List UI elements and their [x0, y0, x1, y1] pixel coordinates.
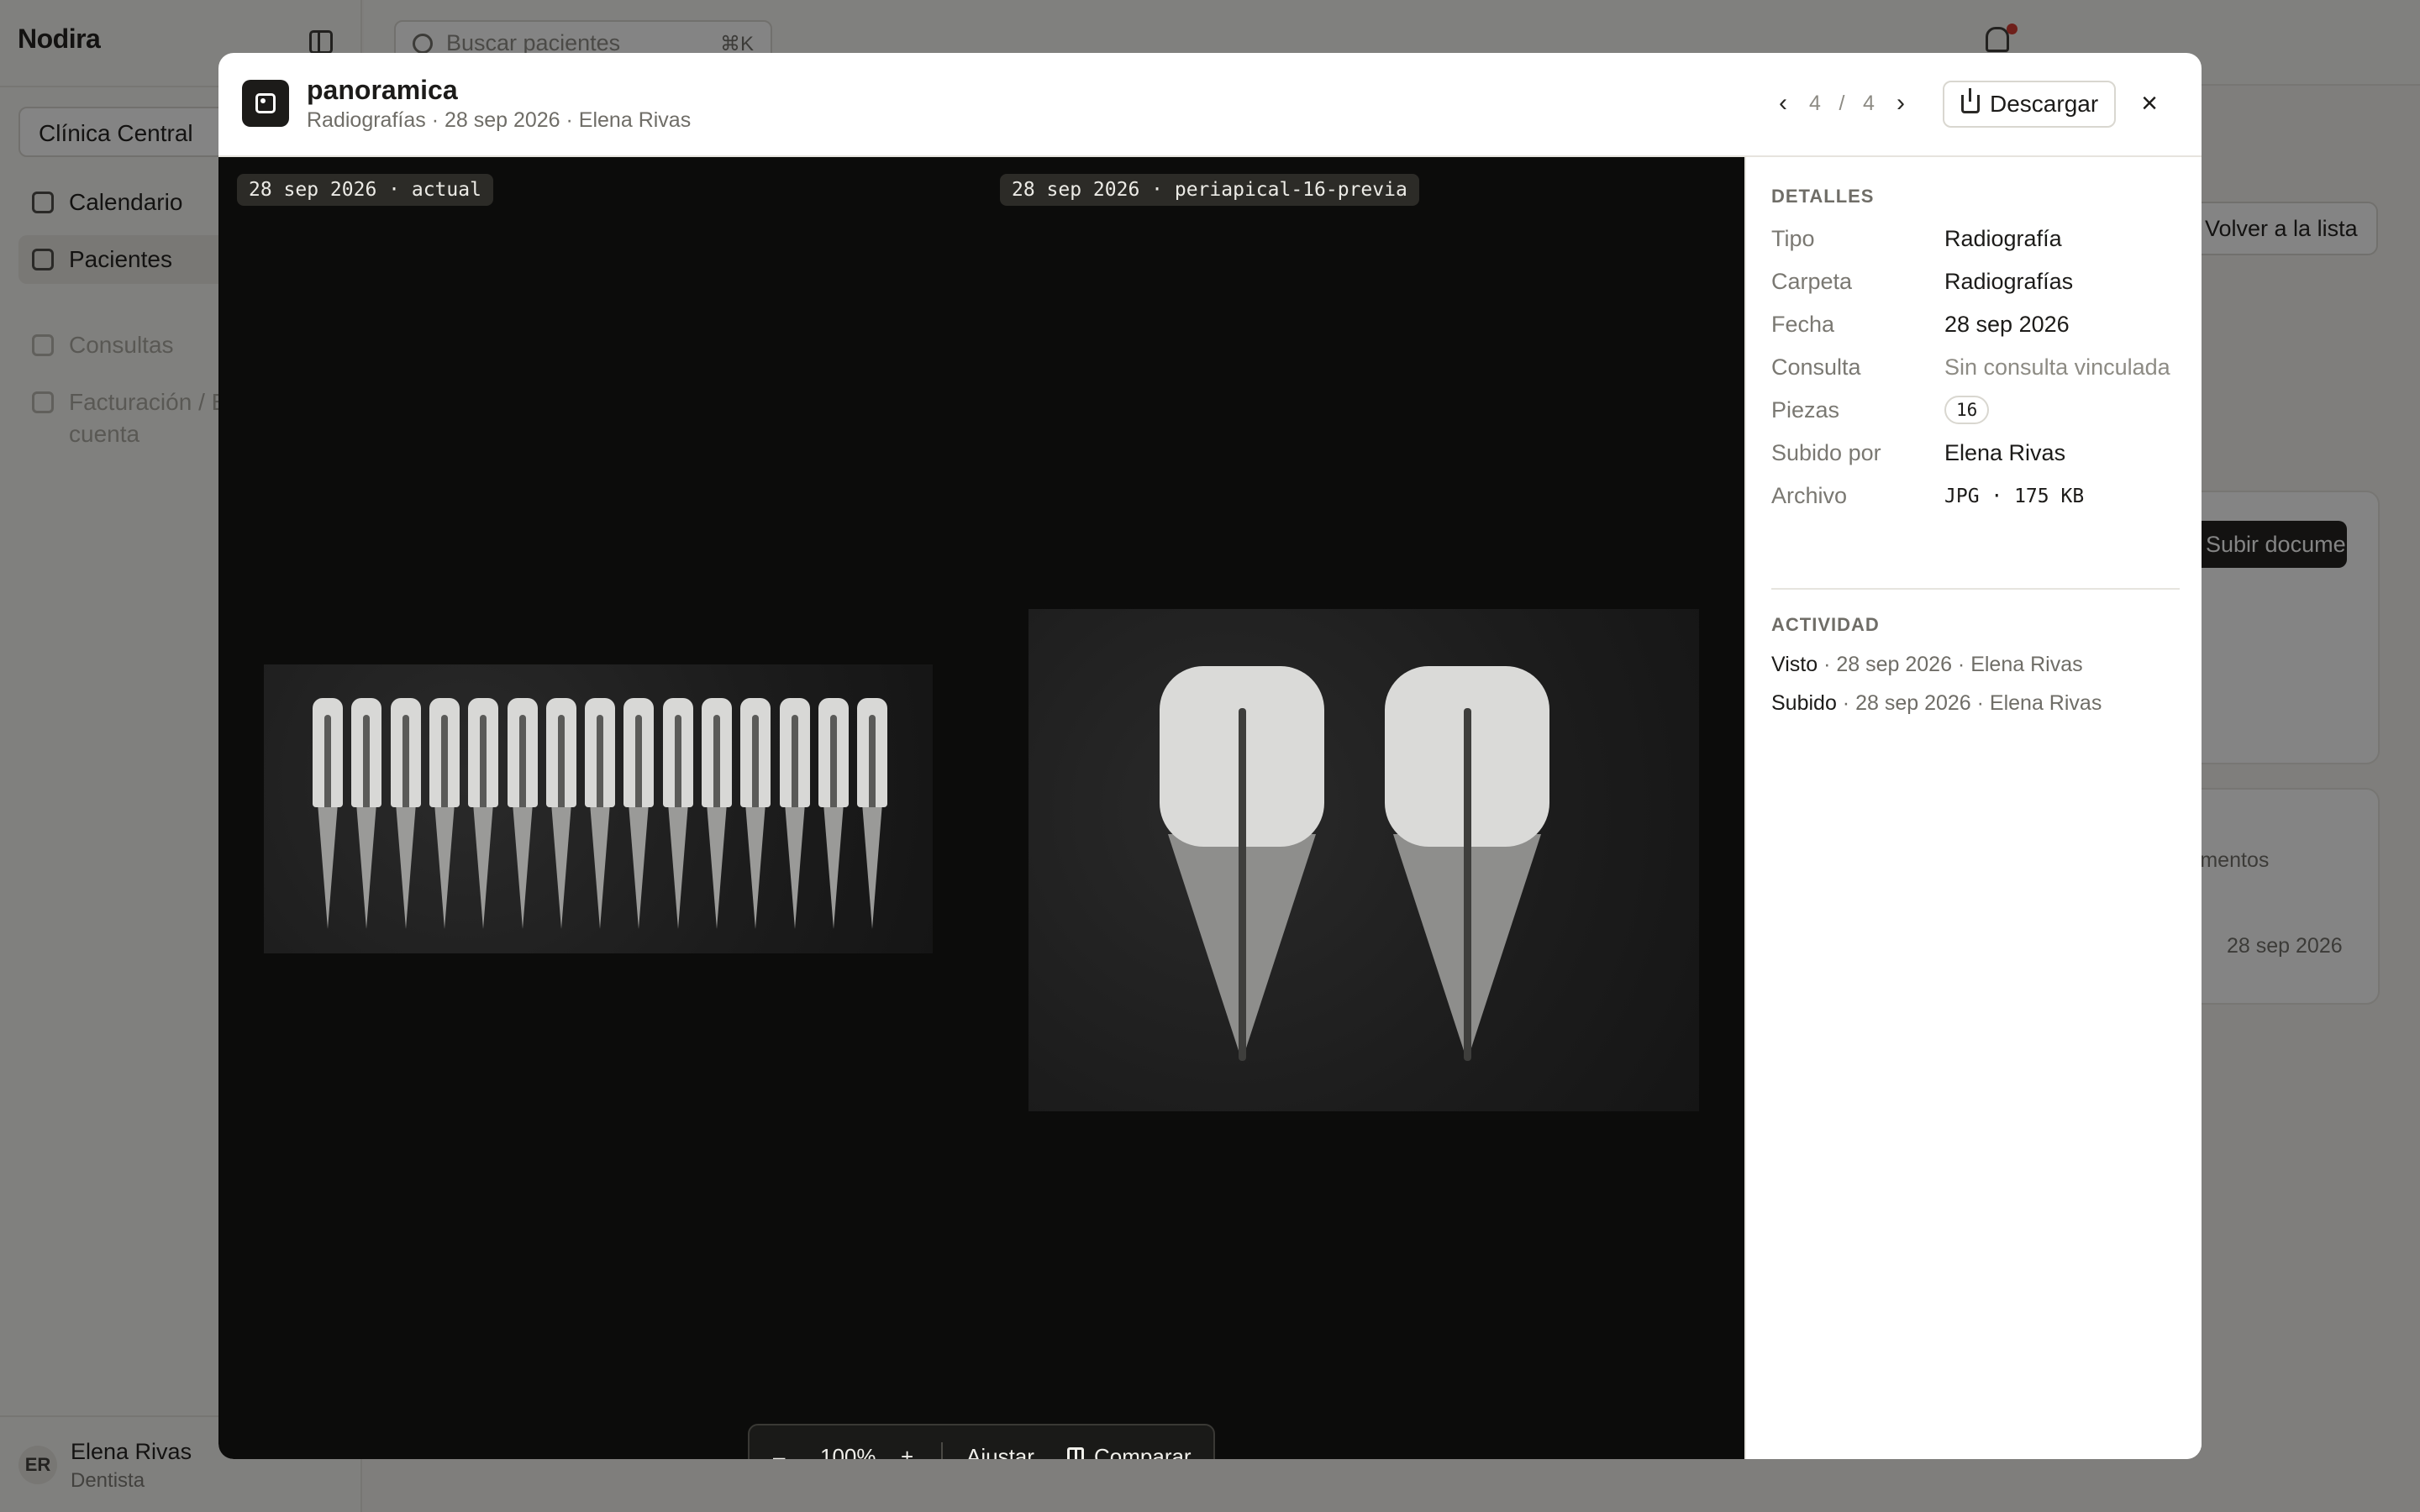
file-subtitle: Radiografías · 28 sep 2026 · Elena Rivas [307, 108, 692, 132]
xray-tooth [779, 698, 810, 933]
xray-tooth [662, 698, 693, 933]
xray-tooth [1383, 666, 1551, 1069]
detail-key: Tipo [1771, 226, 1815, 251]
image-viewer[interactable]: 28 sep 2026 · actual 28 sep 2026 · peria… [218, 157, 1744, 1459]
xray-current-image[interactable] [264, 664, 933, 953]
pager-current: 4 [1809, 91, 1821, 115]
activity-item: Visto · 28 sep 2026 · Elena Rivas [1771, 653, 2083, 677]
viewer-toolbar: – 100% + Ajustar Comparar [748, 1424, 1215, 1459]
detail-value: Sin consulta vinculada [1944, 354, 2170, 380]
xray-tooth [313, 698, 343, 933]
toolbar-divider [941, 1442, 943, 1459]
zoom-level: 100% [820, 1443, 876, 1460]
columns-icon [1067, 1447, 1084, 1459]
compare-label: Comparar [1094, 1443, 1192, 1460]
detail-key: Consulta [1771, 354, 1861, 380]
detail-row-carpeta: Carpeta Radiografías [1771, 269, 2191, 302]
xray-tooth [545, 698, 576, 933]
chevron-left-icon[interactable]: ‹ [1765, 85, 1802, 122]
xray-tooth [1158, 666, 1326, 1069]
detail-row-archivo: Archivo JPG · 175 KB [1771, 483, 2191, 517]
detail-value: 28 sep 2026 [1944, 312, 2070, 337]
detail-row-consulta: Consulta Sin consulta vinculada [1771, 354, 2191, 388]
detail-key: Archivo [1771, 483, 1848, 508]
close-icon[interactable]: × [2131, 85, 2168, 122]
detail-row-piezas: Piezas 16 [1771, 396, 2191, 431]
details-divider [1771, 588, 2180, 590]
xray-tooth [702, 698, 732, 933]
activity-action: Visto [1771, 653, 1818, 676]
download-icon [1961, 88, 1980, 113]
chevron-right-icon[interactable]: › [1882, 85, 1919, 122]
compare-button[interactable]: Comparar [1067, 1425, 1192, 1459]
xray-tooth [351, 698, 382, 933]
file-title: panoramica [307, 75, 458, 105]
details-panel: DETALLES Tipo Radiografía Carpeta Radiog… [1744, 157, 2202, 1459]
download-label: Descargar [1990, 91, 2099, 117]
xray-tooth [623, 698, 655, 933]
zoom-out-button[interactable]: – [773, 1425, 785, 1460]
detail-key: Subido por [1771, 440, 1881, 465]
activity-item: Subido · 28 sep 2026 · Elena Rivas [1771, 691, 2102, 716]
activity-heading: ACTIVIDAD [1771, 614, 1880, 635]
detail-row-subido-por: Subido por Elena Rivas [1771, 440, 2191, 474]
xray-tooth [585, 698, 616, 933]
fit-button[interactable]: Ajustar [966, 1425, 1034, 1460]
download-button[interactable]: Descargar [1943, 81, 2116, 128]
right-image-tag: 28 sep 2026 · periapical-16-previa [1000, 174, 1419, 206]
tooth-badge: 16 [1944, 396, 1990, 424]
left-image-tag: 28 sep 2026 · actual [237, 174, 493, 206]
activity-action: Subido [1771, 691, 1837, 715]
zoom-in-button[interactable]: + [901, 1425, 913, 1460]
detail-row-fecha: Fecha 28 sep 2026 [1771, 312, 2191, 345]
xray-tooth [468, 698, 499, 933]
detail-key: Fecha [1771, 312, 1835, 337]
xray-tooth [818, 698, 849, 933]
image-icon [242, 80, 289, 127]
details-heading: DETALLES [1771, 186, 1875, 207]
detail-value: Radiografía [1944, 226, 2062, 251]
activity-meta: · 28 sep 2026 · Elena Rivas [1836, 691, 2102, 715]
xray-tooth [390, 698, 421, 933]
pager-separator: / [1839, 91, 1845, 115]
pager: ‹ 4 / 4 › [1765, 85, 1919, 122]
xray-previous-image[interactable] [1028, 609, 1699, 1111]
detail-row-tipo: Tipo Radiografía [1771, 226, 2191, 260]
image-viewer-modal: panoramica Radiografías · 28 sep 2026 · … [218, 53, 2202, 1459]
detail-key: Piezas [1771, 397, 1840, 423]
detail-value: JPG · 175 KB [1944, 486, 2085, 507]
xray-tooth [740, 698, 771, 933]
detail-key: Carpeta [1771, 269, 1853, 294]
xray-tooth [857, 698, 888, 933]
detail-value: Elena Rivas [1944, 440, 2066, 465]
detail-value: Radiografías [1944, 269, 2074, 294]
modal-header: panoramica Radiografías · 28 sep 2026 · … [218, 53, 2202, 157]
pager-total: 4 [1863, 91, 1875, 115]
activity-meta: · 28 sep 2026 · Elena Rivas [1818, 653, 2083, 676]
xray-tooth [507, 698, 538, 933]
xray-tooth [429, 698, 460, 933]
